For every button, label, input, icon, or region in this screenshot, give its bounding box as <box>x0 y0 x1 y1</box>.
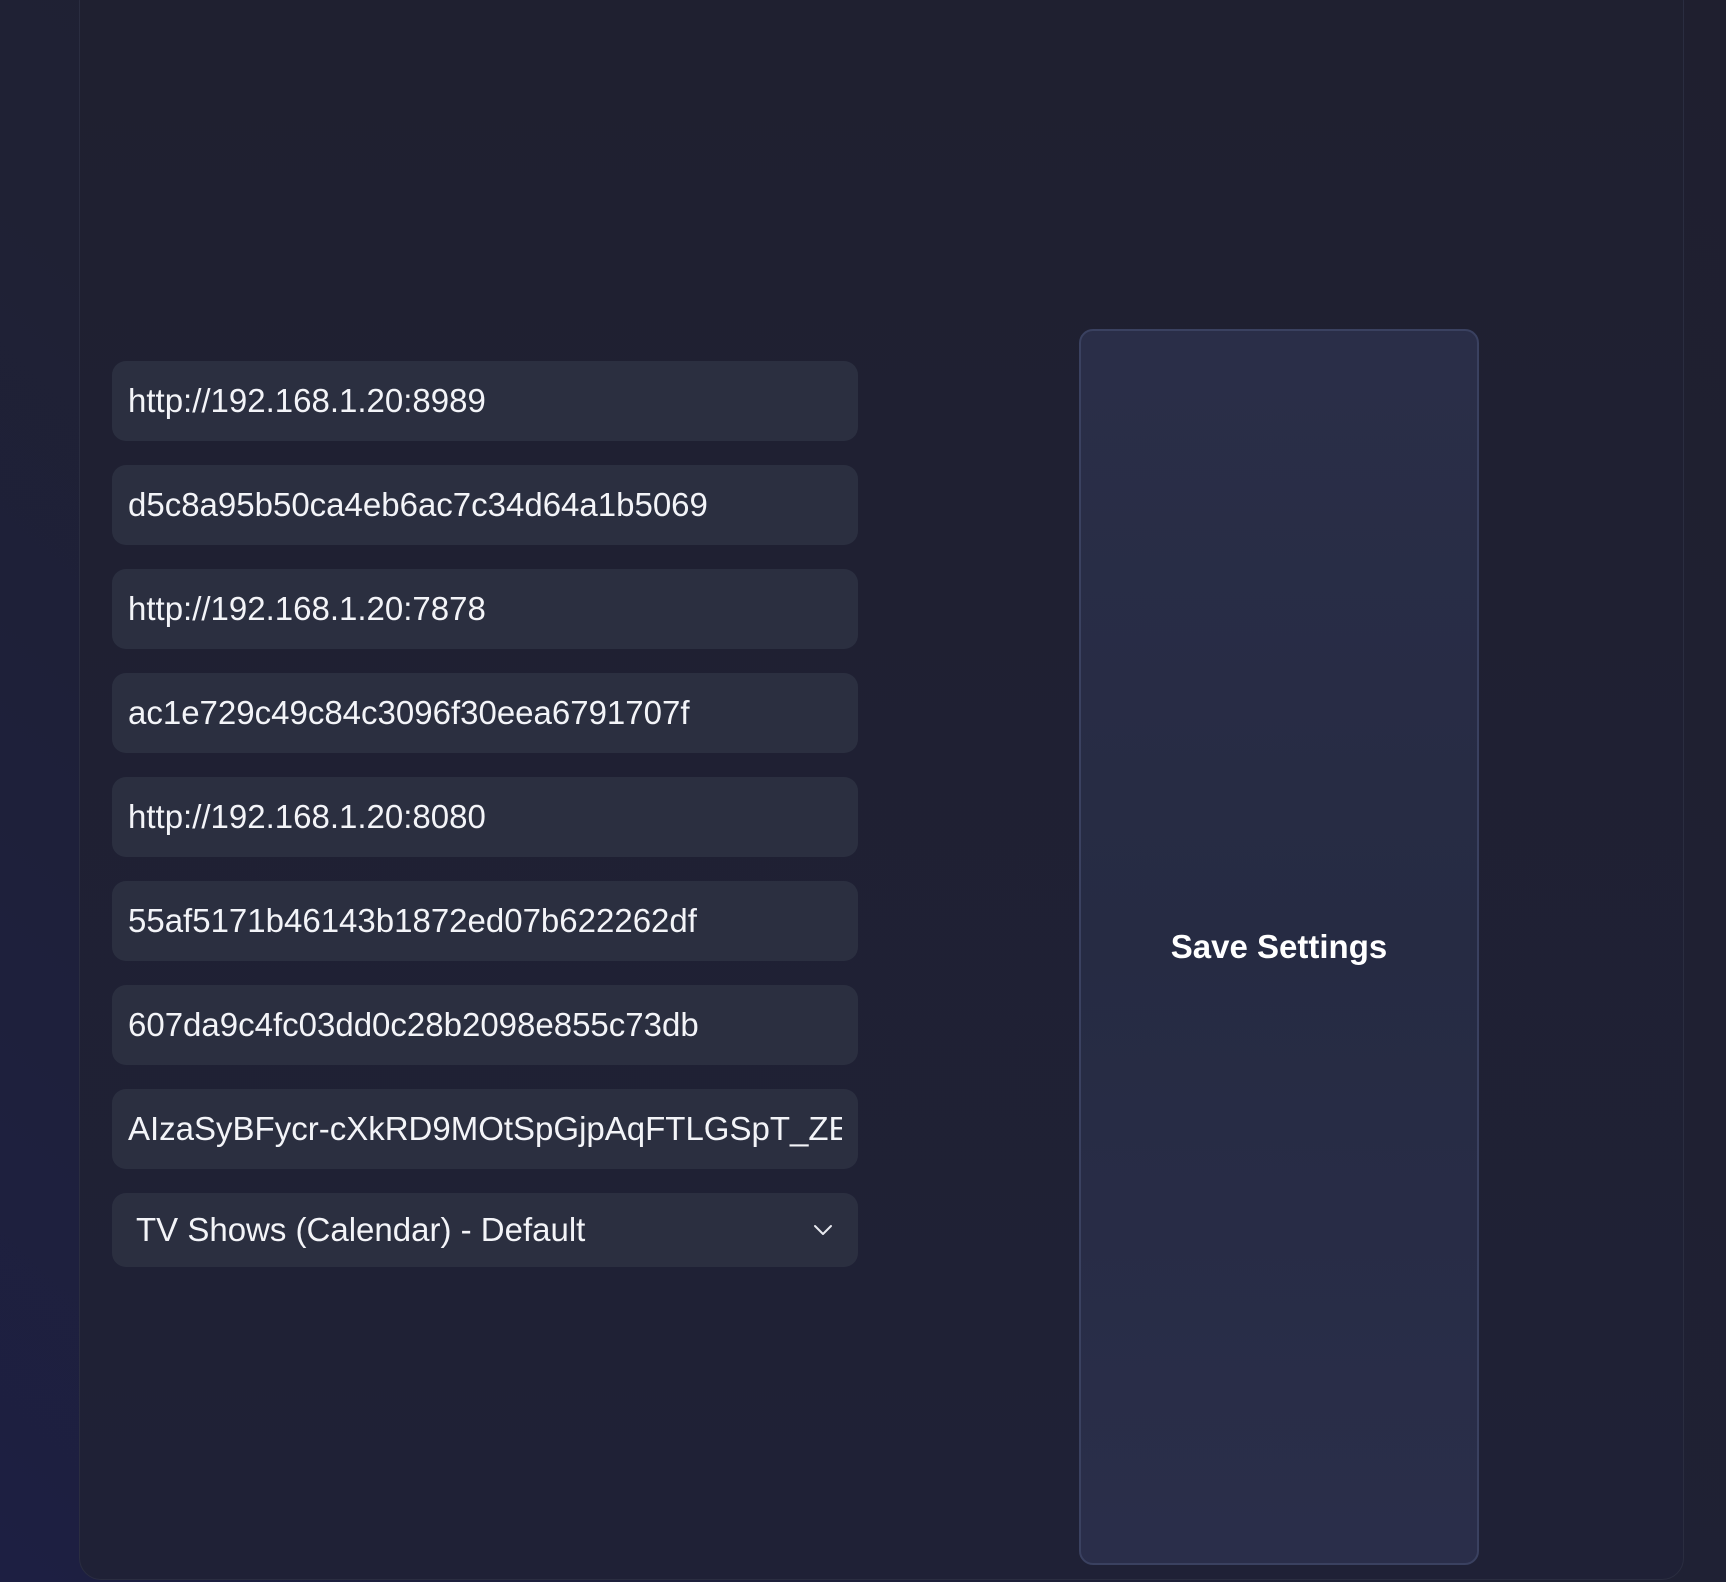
chevron-down-icon <box>812 1219 834 1241</box>
sonarr-url-field[interactable] <box>112 361 858 441</box>
settings-fields: TV Shows (Calendar) - Default <box>112 361 858 1267</box>
radarr-url-field[interactable] <box>112 569 858 649</box>
save-settings-label: Save Settings <box>1170 928 1388 965</box>
sonarr-api-key-field[interactable] <box>112 465 858 545</box>
service-url-field[interactable] <box>112 777 858 857</box>
default-view-selected-value: TV Shows (Calendar) - Default <box>136 1211 586 1248</box>
google-api-key-field[interactable] <box>112 1089 858 1169</box>
default-view-select[interactable]: TV Shows (Calendar) - Default <box>112 1193 858 1267</box>
additional-api-key-field[interactable] <box>112 985 858 1065</box>
service-api-key-field[interactable] <box>112 881 858 961</box>
save-settings-button[interactable]: Save Settings <box>1079 329 1479 1565</box>
radarr-api-key-field[interactable] <box>112 673 858 753</box>
